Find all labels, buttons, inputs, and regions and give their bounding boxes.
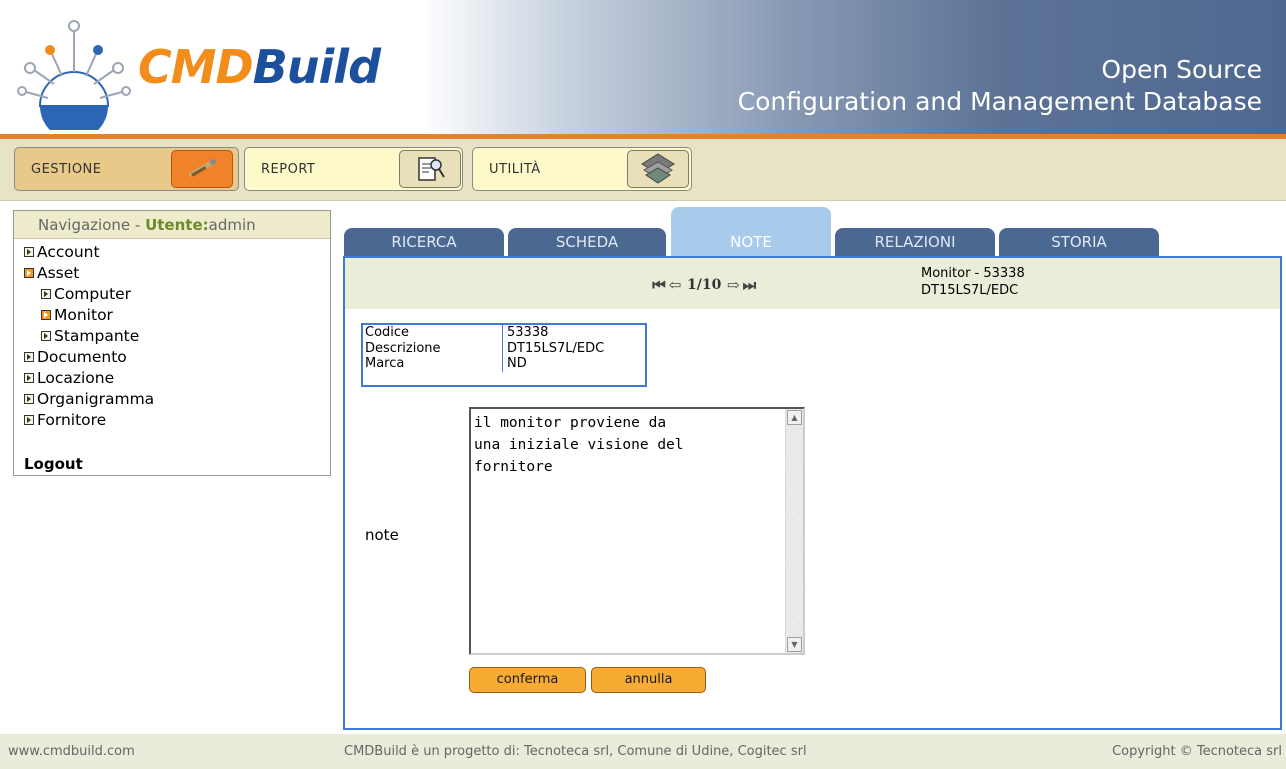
tree-item-account[interactable]: Account <box>24 241 330 262</box>
tree-item-locazione[interactable]: Locazione <box>24 367 330 388</box>
footer-credits: CMDBuild è un progetto di: Tecnoteca srl… <box>344 744 807 759</box>
expand-arrow-icon[interactable] <box>24 246 34 257</box>
tree-item-label: Asset <box>37 263 80 282</box>
tree-item-organigramma[interactable]: Organigramma <box>24 388 330 409</box>
scroll-up-icon[interactable]: ▲ <box>787 410 802 425</box>
tree-item-asset[interactable]: Asset <box>24 262 330 283</box>
info-row-marca: Marca ND <box>363 356 645 372</box>
sidebar-title: Navigazione - <box>38 216 146 234</box>
logo-wordmark: CMDBuild <box>138 40 381 94</box>
info-row-codice: Codice 53338 <box>363 325 645 341</box>
note-text[interactable]: il monitor proviene da una iniziale visi… <box>474 412 779 478</box>
logo-wordmark-part1: CMD <box>138 40 254 94</box>
card-title: Monitor - 53338 DT15LS7L/EDC <box>921 265 1025 299</box>
scroll-down-icon[interactable]: ▼ <box>787 637 802 652</box>
tree-item-fornitore[interactable]: Fornitore <box>24 409 330 430</box>
info-key: Codice <box>363 325 503 341</box>
menu-gestione-label: GESTIONE <box>31 162 102 177</box>
header-banner: CMDBuild Open Source Configuration and M… <box>0 0 1286 136</box>
confirm-button[interactable]: conferma <box>469 667 586 693</box>
card-title-line1: Monitor - 53338 <box>921 266 1025 281</box>
tree-item-monitor[interactable]: Monitor <box>24 304 330 325</box>
tab-relazioni[interactable]: RELAZIONI <box>835 228 995 256</box>
expand-arrow-icon[interactable] <box>41 309 51 320</box>
tree-item-label: Monitor <box>54 305 113 324</box>
menu-report[interactable]: REPORT <box>244 147 463 191</box>
tree-item-computer[interactable]: Computer <box>24 283 330 304</box>
info-value: DT15LS7L/EDC <box>507 340 605 356</box>
pager-text: 1/10 <box>687 277 722 293</box>
menu-gestione[interactable]: GESTIONE <box>14 147 239 191</box>
tree-item-label: Stampante <box>54 326 140 345</box>
report-magnifier-icon[interactable] <box>399 150 461 188</box>
expand-arrow-icon[interactable] <box>24 267 34 278</box>
info-value: ND <box>507 356 527 371</box>
tree-item-label: Account <box>37 242 100 261</box>
expand-arrow-icon[interactable] <box>41 330 51 341</box>
sidebar-header: Navigazione - Utente:admin <box>14 211 330 239</box>
utility-layers-icon[interactable] <box>627 150 689 188</box>
tree-item-stampante[interactable]: Stampante <box>24 325 330 346</box>
tagline-line2: Configuration and Management Database <box>737 87 1262 116</box>
record-info-table: Codice 53338 Descrizione DT15LS7L/EDC Marc… <box>361 323 647 387</box>
info-key: Descrizione <box>363 340 503 356</box>
note-textarea[interactable]: il monitor proviene da una iniziale visi… <box>469 407 805 655</box>
navigation-sidebar: Navigazione - Utente:admin Account Asset… <box>13 210 331 476</box>
expand-arrow-icon[interactable] <box>24 372 34 383</box>
user-name: admin <box>208 216 256 234</box>
record-pager: ⏮ ⇦ 1/10 ⇨ ⏭ <box>651 276 757 294</box>
menu-utilita-label: UTILITÀ <box>489 162 541 177</box>
tree-item-label: Computer <box>54 284 132 303</box>
first-record-icon[interactable]: ⏮ <box>651 276 667 294</box>
tree-item-label: Organigramma <box>37 389 155 408</box>
wrench-tools-icon[interactable] <box>171 150 233 188</box>
tab-scheda[interactable]: SCHEDA <box>508 228 666 256</box>
info-value: 53338 <box>507 325 549 340</box>
card-title-line2: DT15LS7L/EDC <box>921 283 1019 298</box>
app-window: CMDBuild Open Source Configuration and M… <box>0 0 1286 769</box>
expand-arrow-icon[interactable] <box>24 351 34 362</box>
info-row-descrizione: Descrizione DT15LS7L/EDC <box>363 340 645 356</box>
expand-arrow-icon[interactable] <box>24 393 34 404</box>
next-record-icon[interactable]: ⇨ <box>725 276 741 294</box>
logout-link[interactable]: Logout <box>24 455 83 473</box>
expand-arrow-icon[interactable] <box>24 414 34 425</box>
tree-item-label: Locazione <box>37 368 115 387</box>
note-panel: ⏮ ⇦ 1/10 ⇨ ⏭ Monitor - 53338 DT15LS7L/ED… <box>343 256 1282 730</box>
footer-copyright: Copyright © Tecnoteca srl <box>1112 744 1282 759</box>
footer-website[interactable]: www.cmdbuild.com <box>8 744 135 759</box>
cmdbuild-logo-icon <box>17 20 131 130</box>
tab-note[interactable]: NOTE <box>671 207 831 257</box>
note-scrollbar[interactable]: ▲ ▼ <box>785 409 803 653</box>
cancel-button[interactable]: annulla <box>591 667 706 693</box>
tree-item-label: Fornitore <box>37 410 107 429</box>
navigation-tree: Account Asset Computer Monitor Stampante… <box>14 239 330 430</box>
main-menu-bar: GESTIONE REPORT UTILITÀ <box>0 139 1286 201</box>
tab-storia[interactable]: STORIA <box>999 228 1159 256</box>
tagline-line1: Open Source <box>1101 55 1262 84</box>
logo-wordmark-part2: Build <box>252 40 381 94</box>
tree-item-documento[interactable]: Documento <box>24 346 330 367</box>
menu-utilita[interactable]: UTILITÀ <box>472 147 692 191</box>
user-label: Utente: <box>145 216 209 234</box>
note-field-label: note <box>365 526 399 544</box>
record-navigation-bar: ⏮ ⇦ 1/10 ⇨ ⏭ Monitor - 53338 DT15LS7L/ED… <box>345 258 1280 309</box>
last-record-icon[interactable]: ⏭ <box>741 276 757 294</box>
tab-ricerca[interactable]: RICERCA <box>344 228 504 256</box>
previous-record-icon[interactable]: ⇦ <box>667 276 683 294</box>
tree-item-label: Documento <box>37 347 127 366</box>
tagline: Open Source Configuration and Management… <box>738 54 1262 118</box>
info-key: Marca <box>363 356 503 372</box>
menu-report-label: REPORT <box>261 162 316 177</box>
footer: www.cmdbuild.com CMDBuild è un progetto … <box>0 734 1286 769</box>
expand-arrow-icon[interactable] <box>41 288 51 299</box>
